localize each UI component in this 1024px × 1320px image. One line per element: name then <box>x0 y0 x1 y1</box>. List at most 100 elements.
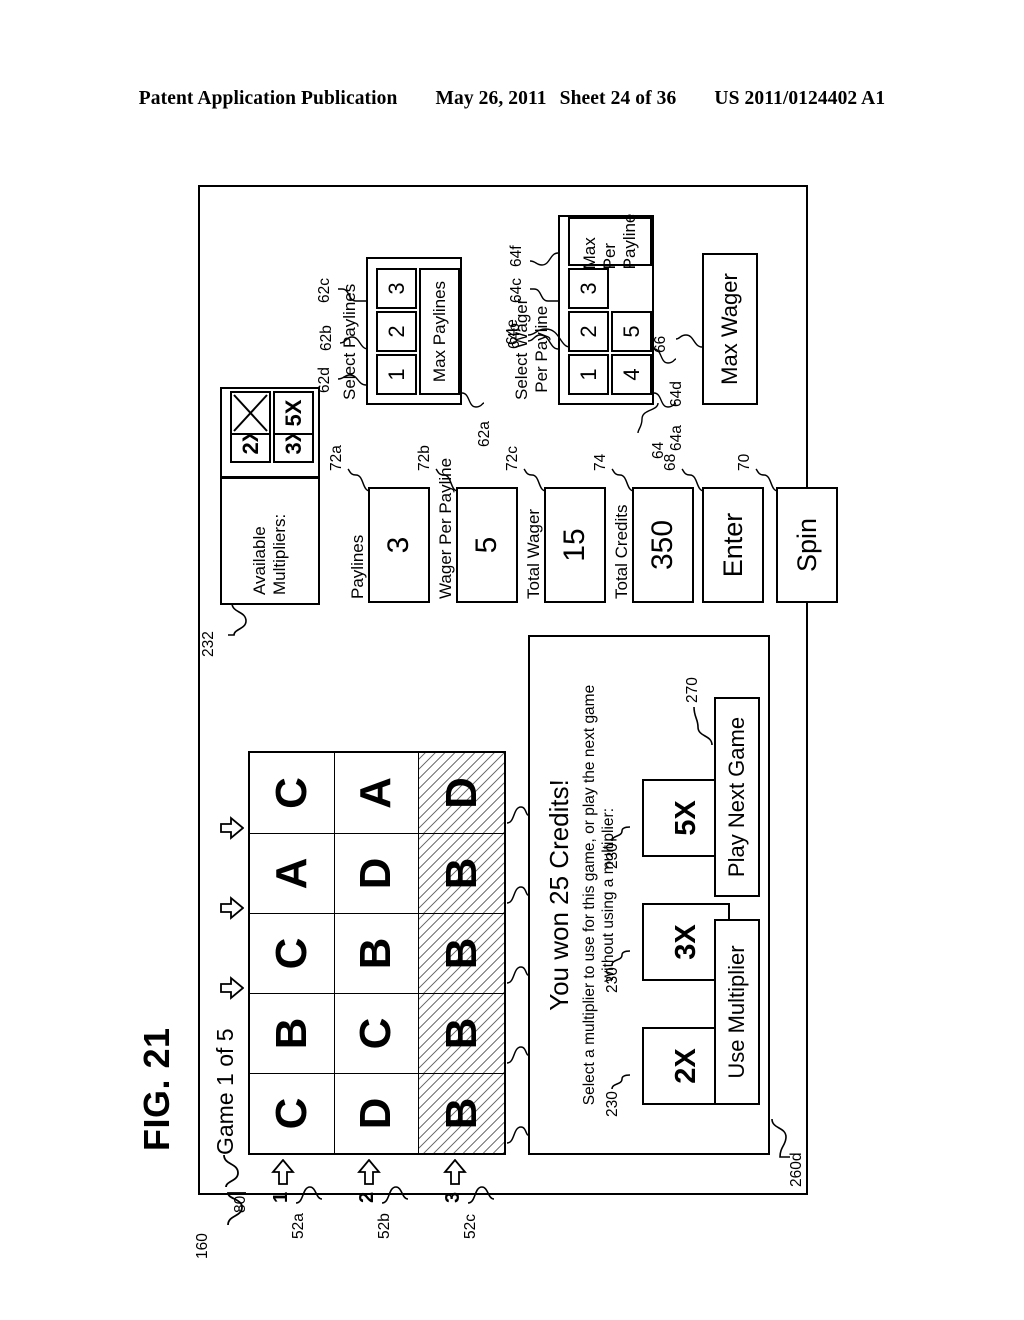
total-wager-value: 15 <box>544 487 606 603</box>
max-paylines-button[interactable]: Max Paylines <box>419 268 460 395</box>
figure-stage: FIG. 21 160 Game 1 of 5 80 C B C A C D C… <box>136 181 838 1259</box>
leader-payline-select-3 <box>336 285 368 311</box>
wager-select-2-button[interactable]: 2 <box>568 311 609 352</box>
leader-play-next-game <box>690 703 716 747</box>
reel-cell-highlighted: B <box>419 833 504 913</box>
leader-paylines <box>344 467 372 495</box>
leader-available-multipliers <box>226 601 252 637</box>
leader-reel-d <box>506 879 530 905</box>
leader-reel-e <box>506 799 530 825</box>
payline-select-2-button[interactable]: 2 <box>376 311 417 352</box>
paylines-label: Paylines <box>348 534 367 599</box>
leader-multiplier-2x <box>608 1069 632 1091</box>
ref-total-wager: 72c <box>504 446 521 471</box>
publication-date: May 26, 2011 <box>435 88 547 109</box>
payline-select-1-button[interactable]: 1 <box>376 354 417 395</box>
reel-cell: C <box>250 1073 335 1153</box>
ref-paylines: 72a <box>328 445 345 471</box>
leader-max-wager <box>674 329 704 357</box>
figure-label: FIG. 21 <box>136 1027 177 1151</box>
leader-max-paylines <box>336 369 368 395</box>
ref-payline-select-1: 62a <box>476 421 493 447</box>
patent-number: US 2011/0124402 A1 <box>714 88 886 109</box>
leader-payline-3 <box>466 1183 496 1207</box>
reel-cell: B <box>334 913 420 993</box>
reel-arrow-icon <box>220 815 245 841</box>
leader-payline-select-1 <box>460 387 486 413</box>
payline-number: 2 <box>356 1191 378 1203</box>
reel-cell: B <box>250 993 335 1073</box>
payline-arrow-icon <box>356 1158 382 1185</box>
ref-dialog: 260d <box>788 1152 805 1187</box>
payline-number: 3 <box>442 1191 464 1203</box>
leader-payline-select-2 <box>338 331 370 357</box>
bonus-dialog: You won 25 Credits! Select a multiplier … <box>528 635 770 1155</box>
wager-select-5-button[interactable]: 5 <box>611 311 652 352</box>
available-multiplier-empty <box>230 391 271 435</box>
ref-payline-2: 52b <box>376 1213 393 1239</box>
ref-play-next-game: 270 <box>684 677 701 703</box>
reel-cell: A <box>334 753 420 833</box>
leader-game-title <box>220 1153 246 1189</box>
play-next-game-button[interactable]: Play Next Game <box>714 697 760 897</box>
leader-wager-5 <box>526 311 572 351</box>
reel-cell: C <box>334 993 420 1073</box>
leader-reel-b <box>506 1039 530 1065</box>
ref-spin: 70 <box>736 453 753 471</box>
leader-wager-per-payline <box>432 467 460 495</box>
ref-wager-per-payline: 72b <box>416 445 433 471</box>
ref-game-title: 80 <box>232 1195 249 1213</box>
wager-select-3-button[interactable]: 3 <box>568 268 609 309</box>
available-multipliers-divider <box>222 476 318 479</box>
leader-max-per-payline <box>528 239 560 269</box>
ref-wager-5: 64e <box>504 319 521 345</box>
leader-reel-c <box>506 959 530 985</box>
reel-cell: D <box>334 833 420 913</box>
ref-available-multipliers: 232 <box>200 631 217 657</box>
ref-multiplier-5x: 230 <box>604 843 621 869</box>
reel-cell: C <box>250 913 335 993</box>
publication-title: Patent Application Publication <box>138 88 398 109</box>
total-credits-value: 350 <box>632 487 694 603</box>
crossed-out-icon <box>233 394 268 432</box>
leader-payline-2 <box>380 1183 410 1207</box>
dialog-title: You won 25 Credits! <box>544 779 574 1011</box>
ref-wager-1: 64a <box>668 425 685 451</box>
payline-arrow-icon <box>270 1158 296 1185</box>
ref-payline-select-2: 62b <box>318 325 335 351</box>
paylines-value: 3 <box>368 487 430 603</box>
dialog-subtitle-line1: Select a multiplier to use for this game… <box>581 684 598 1106</box>
reel-cell-highlighted: B <box>419 1073 504 1153</box>
max-per-payline-button[interactable]: Max Per Payline <box>568 214 652 269</box>
ref-max-per-payline: 64f <box>508 245 525 267</box>
payline-select-3-button[interactable]: 3 <box>376 268 417 309</box>
reel-cell-highlighted: B <box>419 913 504 993</box>
wager-select-1-button[interactable]: 1 <box>568 354 609 395</box>
reel-cell: D <box>334 1073 420 1153</box>
ref-wager-4: 64d <box>668 381 685 407</box>
leader-enter <box>678 467 706 495</box>
select-wager-panel: 1 2 3 4 5 Max Per Payline <box>558 214 654 405</box>
wager-per-payline-value: 5 <box>456 487 518 603</box>
max-wager-button[interactable]: Max Wager <box>702 253 758 405</box>
reel-cell-highlighted: B <box>419 993 504 1073</box>
reel-grid: C B C A C D C B D A B B B B D <box>248 751 506 1155</box>
reel-arrow-icon <box>220 975 245 1001</box>
total-credits-label: Total Credits <box>612 504 631 599</box>
reel-cell: C <box>250 753 335 833</box>
ref-multiplier-3x: 230 <box>604 967 621 993</box>
total-wager-label: Total Wager <box>524 508 543 599</box>
ref-total-credits: 74 <box>592 453 609 471</box>
ref-payline-1: 52a <box>290 1213 307 1239</box>
ref-wager-3: 64c <box>508 278 525 303</box>
available-multipliers-panel: Available Multipliers: 2X 3X 5X <box>220 387 320 605</box>
leader-reel-a <box>506 1119 530 1145</box>
leader-spin <box>752 467 780 495</box>
use-multiplier-button[interactable]: Use Multiplier <box>714 919 760 1105</box>
game-title: Game 1 of 5 <box>212 1028 238 1155</box>
leader-total-credits <box>608 467 636 495</box>
enter-button[interactable]: Enter <box>702 487 764 603</box>
spin-button[interactable]: Spin <box>776 487 838 603</box>
wager-select-4-button[interactable]: 4 <box>611 354 652 395</box>
ref-payline-select-3: 62c <box>316 278 333 303</box>
